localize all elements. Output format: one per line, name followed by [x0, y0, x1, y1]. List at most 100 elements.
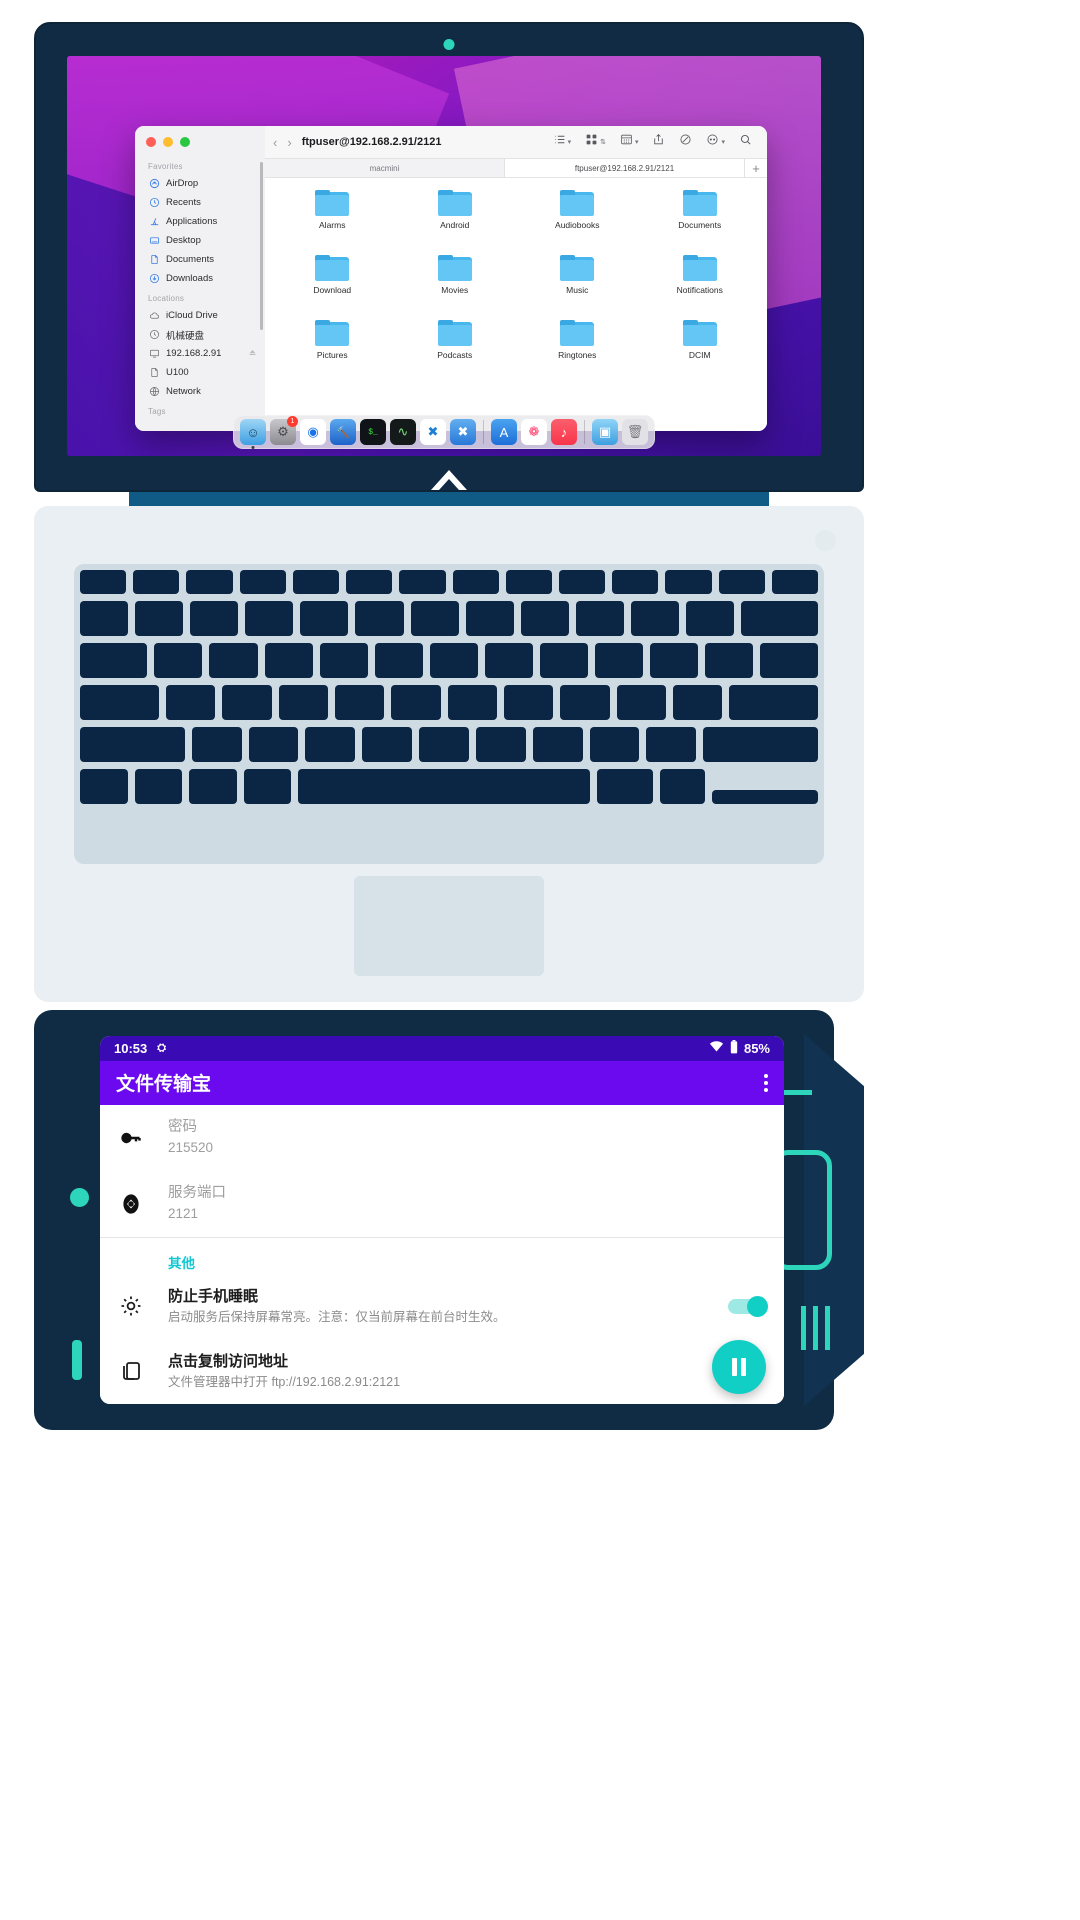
keyboard-row — [80, 769, 818, 804]
keep-awake-subtitle: 启动服务后保持屏幕常亮。注意：仅当前屏幕在前台时生效。 — [168, 1310, 506, 1324]
folder-icon — [682, 320, 717, 346]
file-item[interactable]: Pictures — [271, 320, 394, 385]
copy-icon — [114, 1359, 148, 1383]
pause-service-button[interactable] — [712, 1340, 766, 1394]
sidebar-item-local-disk[interactable]: 机械硬盘 — [135, 325, 265, 344]
window-traffic-lights[interactable] — [146, 137, 190, 147]
copy-address-text: 点击复制访问地址 文件管理器中打开 ftp://192.168.2.91:212… — [168, 1351, 766, 1392]
password-value: 215520 — [168, 1140, 214, 1156]
file-item[interactable]: Download — [271, 255, 394, 320]
laptop-base — [34, 506, 864, 1002]
file-name: Documents — [678, 220, 722, 230]
dock-item-terminal[interactable]: $_ — [360, 419, 386, 445]
sidebar-item-label: Recents — [166, 197, 201, 208]
tab-ftpuser[interactable]: ftpuser@192.168.2.91/2121 — [505, 159, 745, 177]
eject-icon[interactable] — [248, 348, 257, 357]
dock-item-remote-ssh[interactable]: ✖ — [450, 419, 476, 445]
file-item[interactable]: Audiobooks — [516, 190, 639, 255]
folder-icon — [560, 190, 595, 216]
search-icon — [739, 133, 752, 151]
dock-item-vscode[interactable]: ✖ — [420, 419, 446, 445]
file-item[interactable]: Alarms — [271, 190, 394, 255]
dock-item-downloads-folder[interactable]: ▣ — [592, 419, 618, 445]
dock-item-music[interactable]: ♪ — [551, 419, 577, 445]
sidebar-group-locations-label: Locations — [148, 294, 185, 303]
port-icon — [114, 1192, 148, 1216]
view-grid-button[interactable]: ⇅ — [578, 133, 613, 151]
back-button[interactable]: ‹ — [273, 135, 277, 150]
port-row[interactable]: 服务端口 2121 — [100, 1171, 784, 1237]
dock-item-trash[interactable]: 🗑 — [622, 419, 648, 445]
android-status-bar: 10:53 ⛭ 85% — [100, 1036, 784, 1061]
sidebar-item-desktop[interactable]: Desktop — [135, 231, 265, 250]
view-list-button[interactable]: ▾ — [546, 133, 579, 151]
tab-macmini[interactable]: macmini — [265, 159, 505, 177]
sidebar-item-documents[interactable]: Documents — [135, 250, 265, 269]
search-button[interactable] — [732, 133, 759, 151]
share-button[interactable] — [645, 133, 672, 151]
settings-list: 密码 215520 服务端口 2121 其他 防止手机睡眠 启动服务后保持屏幕常… — [100, 1104, 784, 1404]
dock-item-finder[interactable]: ☺ — [240, 419, 266, 449]
file-item[interactable]: Podcasts — [394, 320, 517, 385]
dock-separator — [483, 420, 484, 444]
chevron-down-icon: ▾ — [634, 139, 639, 146]
file-item[interactable]: DCIM — [639, 320, 762, 385]
keep-awake-title: 防止手机睡眠 — [168, 1287, 259, 1305]
file-item[interactable]: Ringtones — [516, 320, 639, 385]
trackpad[interactable] — [354, 876, 544, 976]
sidebar-item-downloads[interactable]: Downloads — [135, 269, 265, 288]
file-item[interactable]: Notifications — [639, 255, 762, 320]
phone-side-button[interactable] — [72, 1340, 82, 1380]
folder-icon — [560, 320, 595, 346]
file-item[interactable]: Android — [394, 190, 517, 255]
password-row[interactable]: 密码 215520 — [100, 1105, 784, 1171]
folder-icon — [315, 320, 350, 346]
file-item[interactable]: Movies — [394, 255, 517, 320]
dock-item-photos[interactable]: ❁ — [521, 419, 547, 445]
sidebar-item-192-168-2-91[interactable]: 192.168.2.91 — [135, 344, 265, 363]
display-icon — [148, 348, 160, 360]
sidebar-item-label: Documents — [166, 254, 215, 265]
group-by-button[interactable]: ▾ — [613, 133, 646, 151]
sidebar-item-icloud-drive[interactable]: iCloud Drive — [135, 306, 265, 325]
keep-awake-row[interactable]: 防止手机睡眠 启动服务后保持屏幕常亮。注意：仅当前屏幕在前台时生效。 — [100, 1274, 784, 1339]
keep-awake-toggle[interactable] — [728, 1295, 768, 1317]
power-button[interactable] — [815, 530, 836, 551]
dock-item-chrome[interactable]: ◉ — [300, 419, 326, 445]
maximize-button[interactable] — [180, 137, 190, 147]
sidebar-item-airdrop[interactable]: AirDrop — [135, 174, 265, 193]
dock-item-app-store[interactable]: A — [491, 419, 517, 445]
sidebar-item-u100[interactable]: U100 — [135, 363, 265, 382]
key-icon — [114, 1126, 148, 1150]
sidebar-item-network[interactable]: Network — [135, 382, 265, 401]
airdrop-icon — [148, 178, 160, 190]
file-item[interactable]: Music — [516, 255, 639, 320]
new-tab-button[interactable]: + — [745, 159, 767, 177]
app-title: 文件传输宝 — [116, 1074, 212, 1096]
dock-item-xcode[interactable]: 🔨 — [330, 419, 356, 445]
file-name: Audiobooks — [555, 220, 600, 230]
minimize-button[interactable] — [163, 137, 173, 147]
forward-button[interactable]: › — [287, 135, 291, 150]
dock-item-system-settings[interactable]: ⚙ 1 — [270, 416, 298, 445]
keyboard — [80, 570, 819, 860]
file-item[interactable]: Documents — [639, 190, 762, 255]
laptop-screen: Favorites AirDrop Recents Applications D… — [67, 56, 821, 456]
dock-item-activity-monitor[interactable]: ∿ — [390, 419, 416, 445]
sidebar-item-recents[interactable]: Recents — [135, 193, 265, 212]
tag-icon — [679, 133, 692, 151]
tags-button[interactable] — [672, 133, 699, 151]
sidebar-item-applications[interactable]: Applications — [135, 212, 265, 231]
actions-button[interactable]: ▾ — [699, 133, 732, 151]
more-vertical-icon[interactable] — [764, 1073, 768, 1092]
desktop-icon — [148, 235, 160, 247]
copy-address-subtitle: 文件管理器中打开 ftp://192.168.2.91:2121 — [168, 1375, 401, 1390]
finder-toolbar: ‹ › ftpuser@192.168.2.91/2121 ▾ ⇅ ▾ ▾ — [265, 126, 767, 159]
close-button[interactable] — [146, 137, 156, 147]
sidebar-item-label: Desktop — [166, 235, 201, 246]
password-label: 密码 — [168, 1118, 197, 1135]
nav-arrows[interactable]: ‹ › — [273, 135, 302, 150]
copy-address-row[interactable]: 点击复制访问地址 文件管理器中打开 ftp://192.168.2.91:212… — [100, 1339, 784, 1404]
file-name: DCIM — [688, 350, 711, 360]
screenshot-root: Favorites AirDrop Recents Applications D… — [0, 0, 1080, 1920]
